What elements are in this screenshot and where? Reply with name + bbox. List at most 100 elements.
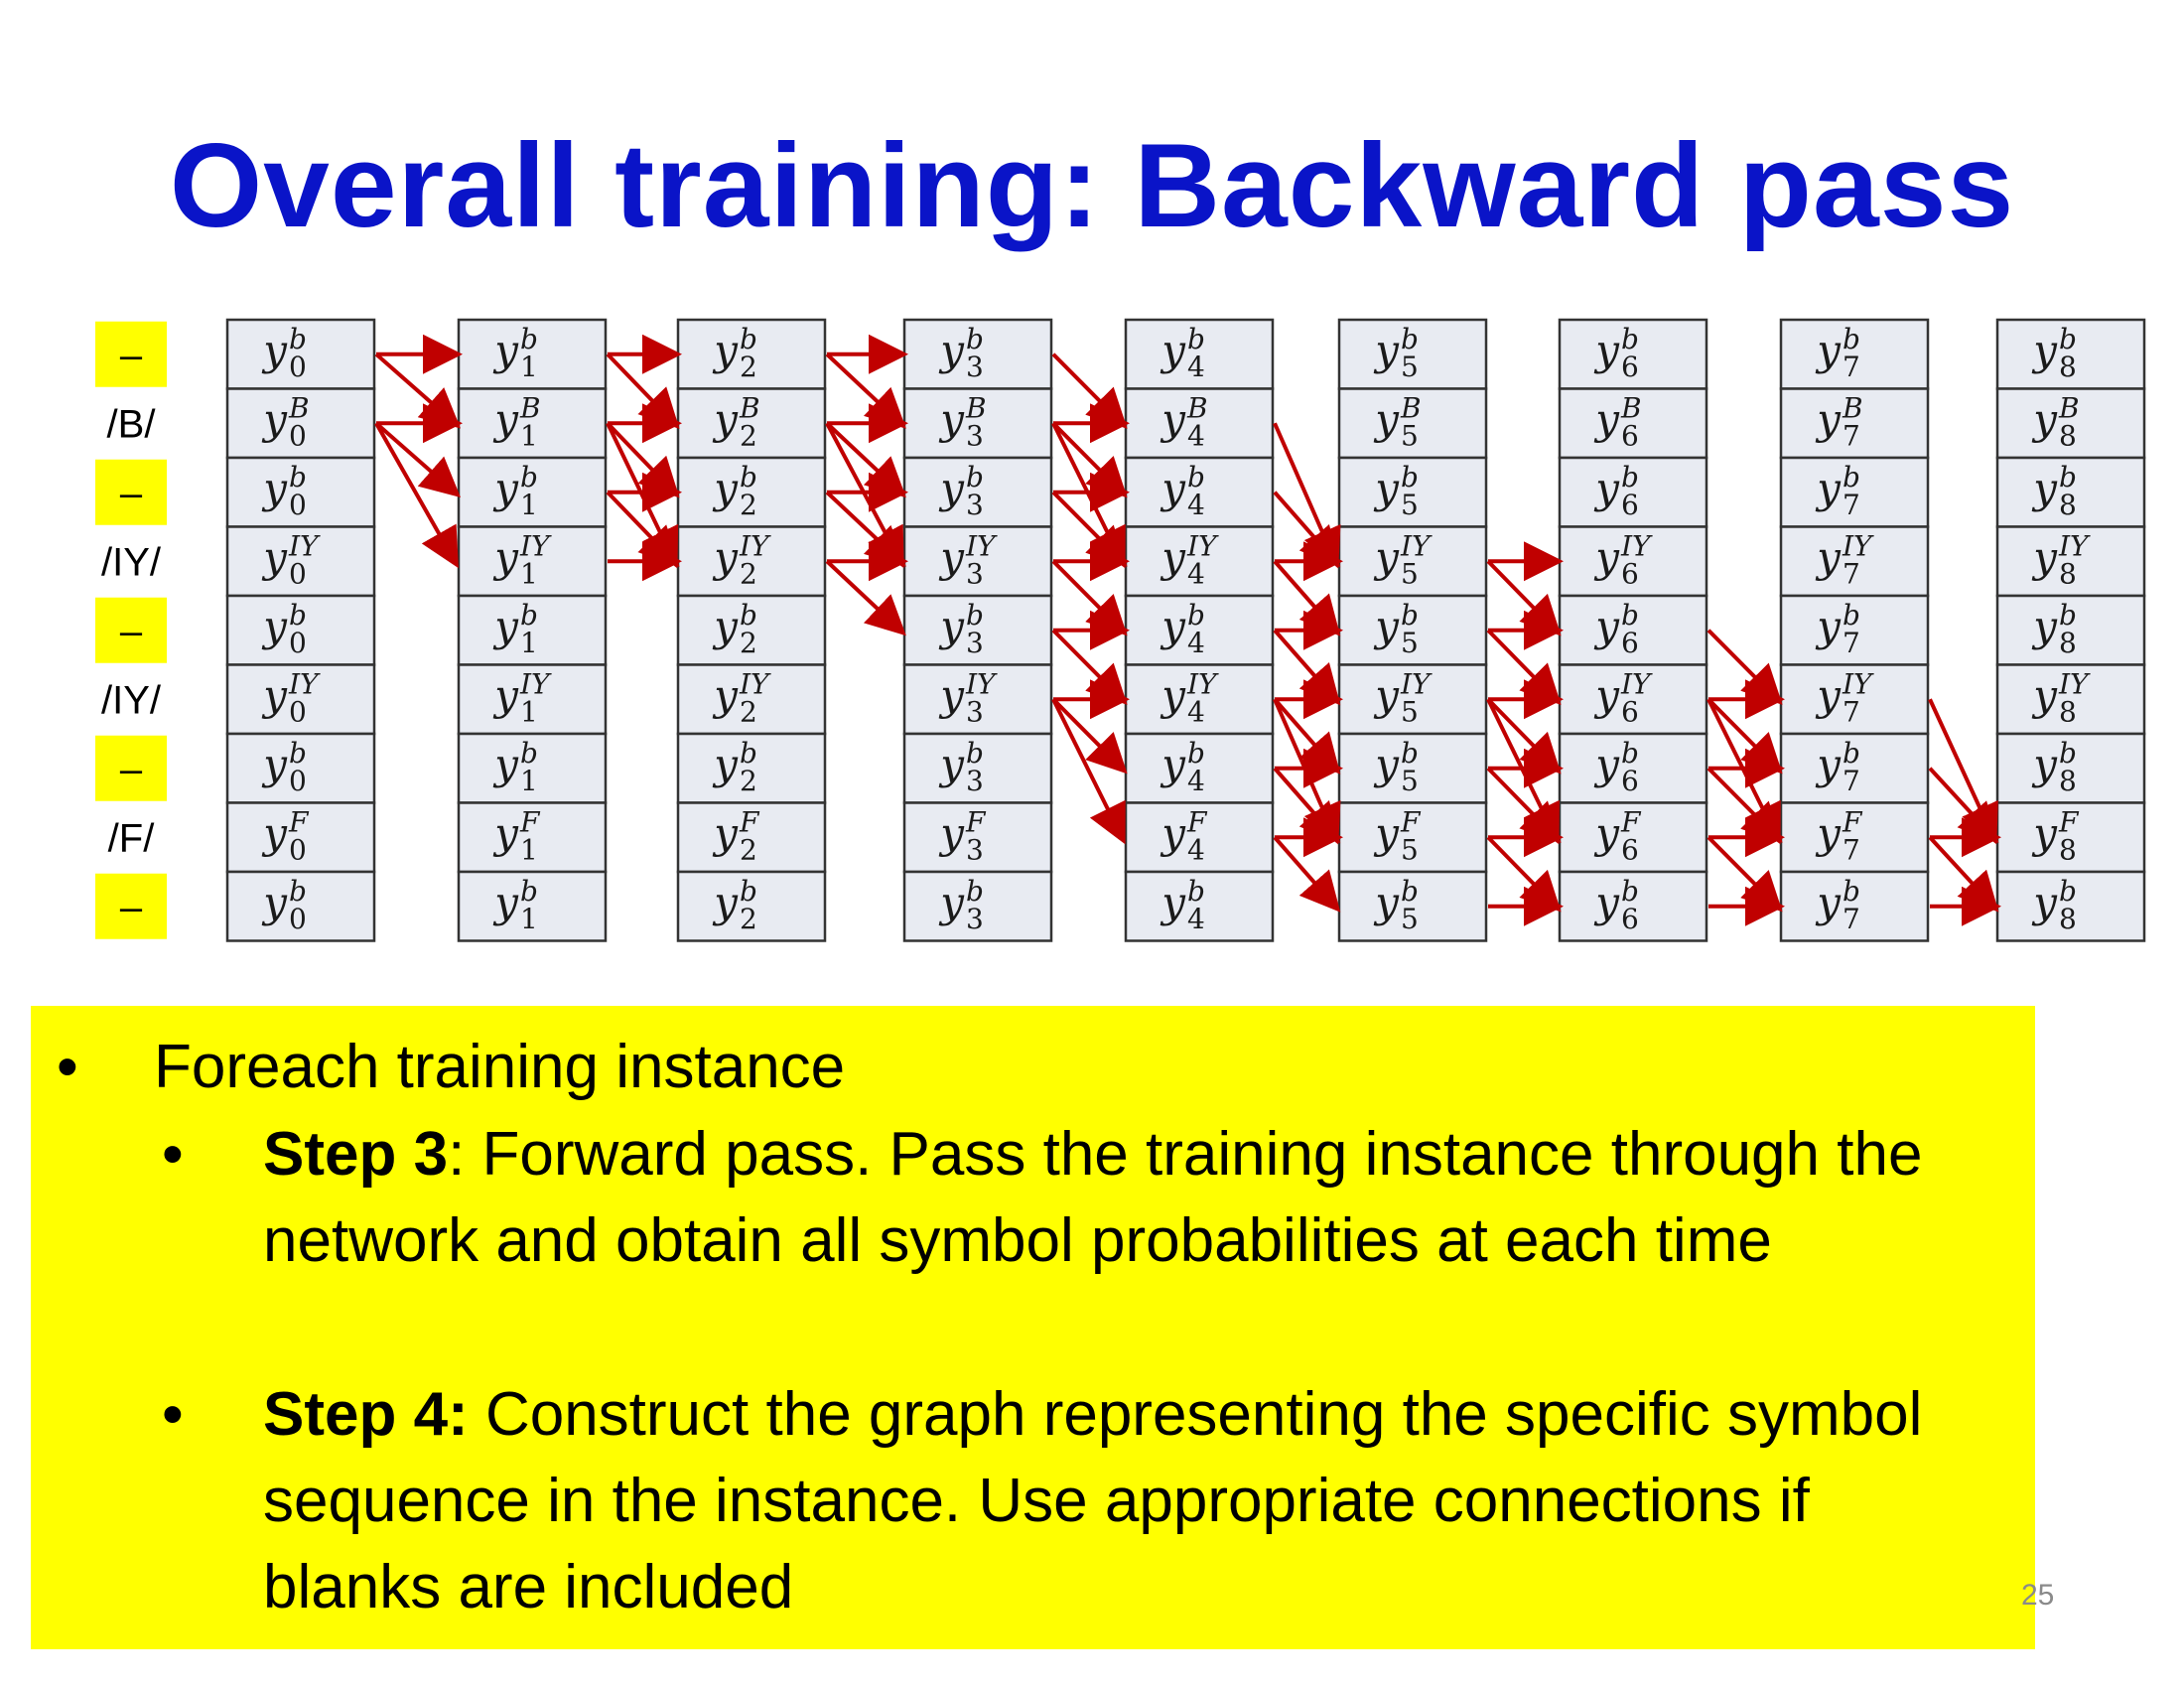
node-symbol: y	[1373, 464, 1400, 512]
node-subscript: 7	[1843, 627, 1860, 659]
node-symbol: y	[712, 464, 739, 512]
node-subscript: 4	[1187, 557, 1205, 590]
node-symbol: y	[938, 464, 965, 512]
node-subscript: 0	[289, 351, 307, 383]
trellis-node: y b2	[676, 318, 827, 390]
node-symbol: y	[492, 670, 519, 719]
node-symbol: y	[261, 464, 288, 512]
node-symbol: y	[2031, 394, 2058, 443]
node-subscript: 6	[1621, 557, 1639, 590]
node-symbol: y	[1160, 326, 1186, 374]
trellis-node: y IY6	[1558, 525, 1708, 598]
transition-arrow	[1273, 697, 1341, 774]
transition-arrow	[1486, 767, 1562, 843]
time-column: y b0y B0y b0y IY0y b0y IY0y b0y F0y b0	[225, 318, 376, 942]
node-subscript: 8	[2059, 627, 2077, 659]
time-column: y b5y B5y b5y IY5y b5y IY5y b5y F5y b5	[1337, 318, 1488, 942]
row-label: –	[95, 459, 167, 525]
trellis-node: y IY0	[225, 663, 376, 736]
trellis-node: y F8	[1995, 801, 2146, 874]
step3-label: Step 3	[263, 1120, 449, 1189]
node-symbol: y	[938, 878, 965, 926]
node-subscript: 2	[740, 833, 757, 866]
node-symbol: y	[1373, 670, 1400, 719]
node-symbol: y	[2031, 464, 2058, 512]
node-subscript: 5	[1401, 903, 1419, 935]
node-subscript: 6	[1621, 351, 1639, 383]
trellis-node: y IY3	[902, 663, 1053, 736]
node-subscript: 5	[1401, 627, 1419, 659]
row-label: /IY/	[101, 678, 162, 722]
node-symbol: y	[1815, 326, 1842, 374]
transition-arrow	[1486, 835, 1562, 913]
transition-arrow	[1928, 767, 1999, 844]
node-symbol: y	[938, 326, 965, 374]
node-symbol: y	[712, 532, 739, 581]
time-column: y b3y B3y b3y IY3y b3y IY3y b3y F3y b3	[902, 318, 1053, 942]
node-subscript: 1	[520, 627, 538, 659]
time-column: y b4y B4y b4y IY4y b4y IY4y b4y F4y b4	[1124, 318, 1275, 942]
trellis-node: y b1	[457, 870, 608, 942]
step3-text: : Forward pass. Pass the training instan…	[263, 1120, 1923, 1275]
trellis-node: y IY1	[457, 663, 608, 736]
node-symbol: y	[712, 326, 739, 374]
trellis-node: y IY5	[1337, 663, 1488, 736]
trellis-node: y b3	[902, 870, 1053, 942]
node-subscript: 0	[289, 903, 307, 935]
node-subscript: 1	[520, 489, 538, 521]
time-column: y b6y B6y b6y IY6y b6y IY6y b6y F6y b6	[1558, 318, 1708, 942]
trellis-node: y F6	[1558, 801, 1708, 874]
trellis-node: y b7	[1779, 732, 1930, 804]
transition-arrow	[1928, 698, 1998, 845]
node-subscript: 3	[966, 695, 984, 728]
trellis-node: y F2	[676, 801, 827, 874]
node-symbol: y	[1815, 394, 1842, 443]
trellis-node: y b1	[457, 318, 608, 390]
trellis-node: y b2	[676, 456, 827, 528]
node-subscript: 2	[740, 903, 757, 935]
bullet-text: Foreach training instance	[154, 1033, 846, 1101]
node-symbol: y	[1373, 326, 1400, 374]
trellis-node: y b0	[225, 318, 376, 390]
row-label-text: /B/	[107, 402, 157, 446]
node-symbol: y	[938, 602, 965, 650]
transition-arrow	[1273, 767, 1341, 844]
node-subscript: 3	[966, 833, 984, 866]
node-subscript: 0	[289, 489, 307, 521]
transition-arrow	[825, 559, 906, 636]
node-symbol: y	[1593, 532, 1620, 581]
node-subscript: 5	[1401, 557, 1419, 590]
page-number: 25	[2021, 1579, 2055, 1612]
trellis-node: y b3	[902, 594, 1053, 666]
node-subscript: 2	[740, 765, 757, 797]
node-subscript: 8	[2059, 695, 2077, 728]
node-symbol: y	[2031, 740, 2058, 788]
node-subscript: 4	[1187, 627, 1205, 659]
trellis-node: y IY8	[1995, 525, 2146, 598]
node-symbol: y	[1593, 670, 1620, 719]
node-subscript: 8	[2059, 419, 2077, 452]
row-label: –	[95, 597, 167, 663]
transition-arrow	[606, 491, 680, 568]
node-symbol: y	[1160, 532, 1186, 581]
trellis-node: y b6	[1558, 870, 1708, 942]
node-subscript: 0	[289, 627, 307, 659]
trellis-node: y IY3	[902, 525, 1053, 598]
node-subscript: 8	[2059, 351, 2077, 383]
trellis-node: y b2	[676, 594, 827, 666]
node-subscript: 5	[1401, 833, 1419, 866]
node-subscript: 2	[740, 557, 757, 590]
time-column: y b7y B7y b7y IY7y b7y IY7y b7y F7y b7	[1779, 318, 1930, 942]
trellis-node: y B3	[902, 387, 1053, 460]
transition-arrow	[825, 491, 906, 567]
node-symbol: y	[1593, 394, 1620, 443]
node-subscript: 6	[1621, 903, 1639, 935]
transition-arrow	[606, 352, 680, 430]
node-subscript: 3	[966, 489, 984, 521]
transition-arrow	[1706, 629, 1783, 705]
node-symbol: y	[1160, 740, 1186, 788]
node-symbol: y	[1593, 740, 1620, 788]
node-symbol: y	[1160, 878, 1186, 926]
node-symbol: y	[712, 878, 739, 926]
row-label: –	[95, 321, 167, 387]
